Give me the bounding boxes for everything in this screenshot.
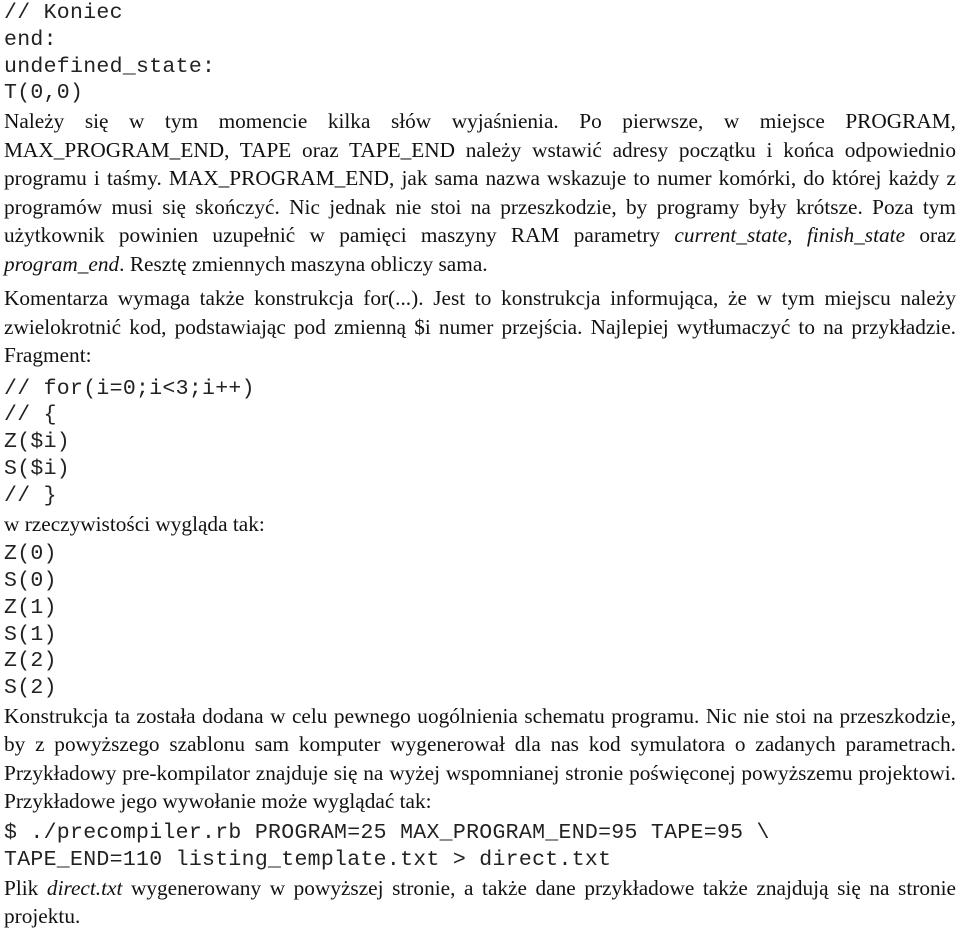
code-block-precompiler-command: $ ./precompiler.rb PROGRAM=25 MAX_PROGRA… [4,820,956,874]
code-block-for-fragment: // for(i=0;i<3;i++)// {Z($i) S($i)// } [4,376,956,510]
code-line: Z(0) [4,542,57,567]
code-line: T(0,0) [4,81,84,106]
paragraph-explanation: Należy się w tym momencie kilka słów wyj… [4,107,956,278]
variable-finish-state: finish_state [806,223,906,248]
separator: , [787,223,807,248]
code-block-end-state: // Koniec end: undefined_state: T(0,0) [4,0,956,107]
code-line: S(2) [4,676,57,701]
code-line: // { [4,403,57,428]
paragraph-for-construct: Komentarza wymaga także konstrukcja for(… [4,286,956,368]
code-line: // Koniec [4,1,123,25]
code-block-expanded: Z(0) S(0) Z(1) S(1) Z(2) S(2) [4,541,956,702]
separator: oraz [905,223,956,248]
code-line: TAPE_END=110 listing_template.txt > dire… [4,847,612,872]
code-line: // } [4,483,57,508]
code-line: $ ./precompiler.rb PROGRAM=25 MAX_PROGRA… [4,820,770,845]
file-name: direct.txt [46,875,123,900]
paragraph-generalization: Konstrukcja ta została dodana w celu pew… [4,703,956,814]
code-line: Z($i) [4,430,71,455]
code-line: // for(i=0;i<3;i++) [4,376,255,401]
code-line: end: [4,27,57,52]
code-line: S($i) [4,457,71,482]
document-page: // Koniec end: undefined_state: T(0,0) Nale… [4,0,956,931]
paragraph-output-file: Plik direct.txt wygenerowany w powyższej… [4,874,956,931]
paragraph-text: wygenerowany w powyższej stronie, a takż… [4,875,957,929]
code-line: Z(1) [4,595,57,620]
code-line: S(1) [4,622,57,647]
variable-program-end: program_end [4,251,120,276]
code-line: Z(2) [4,649,57,674]
code-line: S(0) [4,568,57,593]
code-line: undefined_state: [4,54,216,79]
paragraph-text: . Resztę zmiennych maszyna obliczy sama. [119,251,488,276]
paragraph-in-reality: w rzeczywistości wygląda tak: [4,511,265,536]
variable-current-state: current_state [674,223,788,248]
paragraph-text: Plik [4,875,47,900]
